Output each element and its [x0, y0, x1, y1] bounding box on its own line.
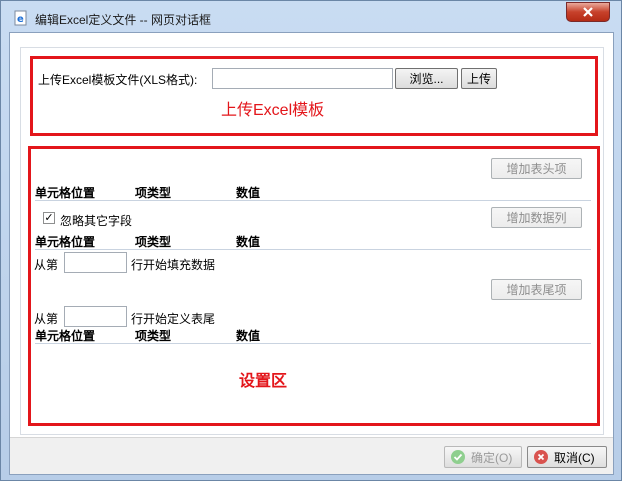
cancel-button[interactable]: 取消(C): [527, 446, 607, 468]
dialog-window: e 编辑Excel定义文件 -- 网页对话框 上传Excel模板文件(XLS格式…: [0, 0, 622, 481]
col-value: 数值: [236, 235, 261, 249]
upload-note: 上传Excel模板: [221, 102, 325, 119]
col-item-type: 项类型: [135, 186, 172, 200]
header-items-table-header: 单元格位置 项类型 数值: [35, 184, 591, 201]
settings-note: 设置区: [239, 373, 288, 390]
upload-region: 上传Excel模板文件(XLS格式): 浏览... 上传 上传Excel模板: [30, 56, 598, 136]
ignore-fields-label: 忽略其它字段: [60, 214, 133, 228]
add-column-button[interactable]: 增加数据列: [491, 207, 582, 228]
col-item-type: 项类型: [135, 329, 172, 343]
ignore-fields-checkbox[interactable]: ✓: [43, 212, 55, 224]
ok-label: 确定(O): [471, 450, 513, 465]
dialog-client-area: 上传Excel模板文件(XLS格式): 浏览... 上传 上传Excel模板 增…: [9, 32, 614, 475]
footer-start-prefix: 从第: [34, 312, 59, 326]
footer-start-suffix: 行开始定义表尾: [131, 312, 216, 326]
col-cell-position: 单元格位置: [35, 186, 96, 200]
close-button[interactable]: [566, 2, 610, 22]
cancel-icon: [534, 450, 548, 464]
fill-start-suffix: 行开始填充数据: [131, 258, 216, 272]
add-header-button[interactable]: 增加表头项: [491, 158, 582, 179]
col-cell-position: 单元格位置: [35, 235, 96, 249]
col-item-type: 项类型: [135, 235, 172, 249]
close-icon: [583, 7, 593, 17]
svg-text:e: e: [17, 14, 24, 25]
file-path-input[interactable]: [212, 68, 393, 89]
add-footer-button[interactable]: 增加表尾项: [491, 279, 582, 300]
fill-start-prefix: 从第: [34, 258, 59, 272]
fill-start-row-input[interactable]: [64, 252, 127, 273]
window-title: 编辑Excel定义文件 -- 网页对话框: [35, 13, 212, 27]
col-value: 数值: [236, 329, 261, 343]
footer-items-table-header: 单元格位置 项类型 数值: [35, 327, 591, 344]
title-bar: e 编辑Excel定义文件 -- 网页对话框: [1, 1, 621, 35]
cancel-label: 取消(C): [554, 450, 595, 465]
ok-button[interactable]: 确定(O): [444, 446, 522, 468]
col-cell-position: 单元格位置: [35, 329, 96, 343]
browse-button[interactable]: 浏览...: [395, 68, 458, 89]
upload-label: 上传Excel模板文件(XLS格式):: [38, 73, 198, 87]
upload-button[interactable]: 上传: [461, 68, 497, 89]
ie-page-icon: e: [13, 10, 29, 26]
dialog-footer: 确定(O) 取消(C): [10, 437, 613, 474]
data-columns-table-header: 单元格位置 项类型 数值: [35, 233, 591, 250]
footer-start-row-input[interactable]: [64, 306, 127, 327]
check-icon: [451, 450, 465, 464]
col-value: 数值: [236, 186, 261, 200]
settings-region: 增加表头项 单元格位置 项类型 数值 ✓ 忽略其它字段 增加数据列 单元格位置 …: [28, 146, 600, 426]
